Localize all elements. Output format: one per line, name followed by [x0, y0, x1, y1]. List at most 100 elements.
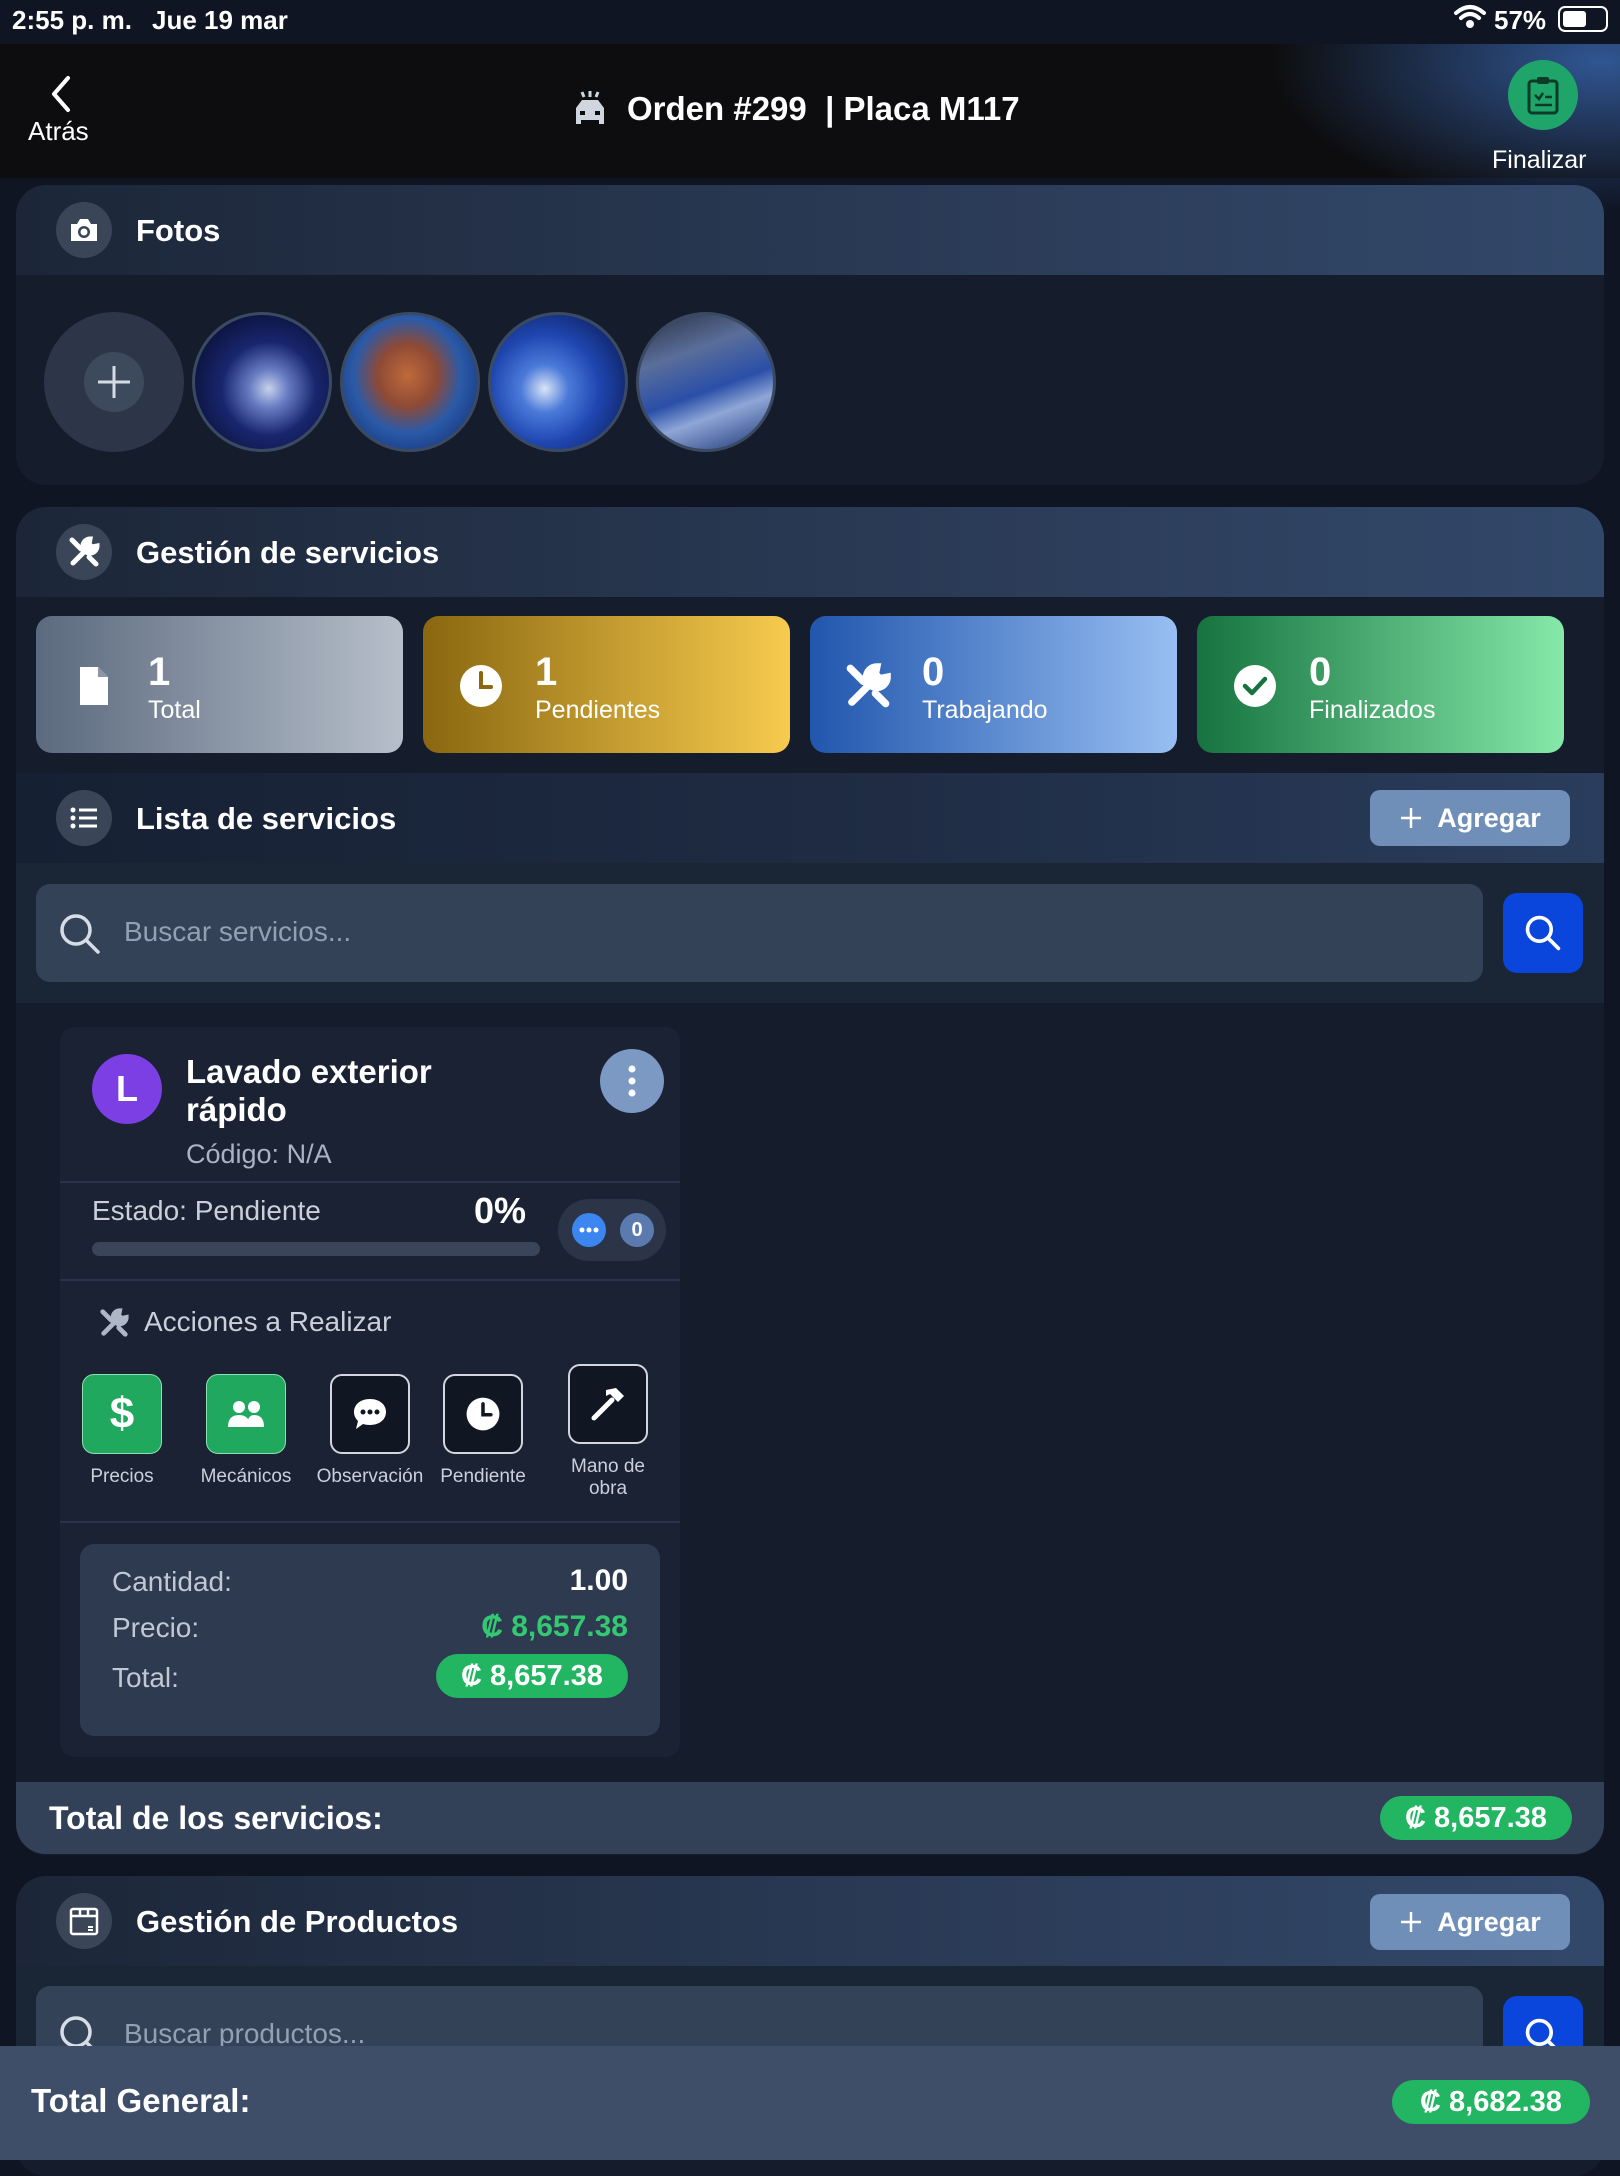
- price-label: Precio:: [112, 1612, 200, 1643]
- clock-icon: [443, 1374, 523, 1454]
- search-icon: [1525, 915, 1561, 951]
- products-title: Gestión de Productos: [136, 1904, 459, 1939]
- add-photo-button[interactable]: [44, 312, 184, 452]
- stat-card-finished[interactable]: 0 Finalizados: [1197, 616, 1564, 753]
- search-icon: [60, 914, 100, 954]
- stat-card-pending[interactable]: 1 Pendientes: [423, 616, 790, 753]
- service-item-card[interactable]: L Lavado exterior rápido Código: N/A Est…: [60, 1027, 680, 1757]
- wifi-icon: [1454, 4, 1486, 37]
- more-vertical-icon: [628, 1065, 636, 1097]
- quantity-value: 1.00: [569, 1564, 628, 1597]
- add-product-button[interactable]: Agregar: [1370, 1894, 1570, 1950]
- service-more-button[interactable]: [600, 1049, 664, 1113]
- divider: [60, 1279, 680, 1281]
- photos-title: Fotos: [136, 213, 221, 248]
- photo-thumbnail[interactable]: [340, 312, 480, 452]
- stat-card-working[interactable]: 0 Trabajando: [810, 616, 1177, 753]
- action-pending-button[interactable]: Pendiente: [430, 1374, 536, 1488]
- service-avatar: L: [92, 1054, 162, 1124]
- action-observation-button[interactable]: Observación: [310, 1374, 430, 1488]
- services-title: Gestión de servicios: [136, 535, 440, 570]
- total-value: ₡ 8,657.38: [436, 1654, 628, 1698]
- divider: [60, 1521, 680, 1523]
- users-icon: [206, 1374, 286, 1454]
- box-icon: [56, 1893, 112, 1949]
- service-search-input[interactable]: Buscar servicios...: [36, 884, 1483, 982]
- dollar-icon: $: [82, 1374, 162, 1454]
- add-service-button[interactable]: Agregar: [1370, 790, 1570, 846]
- general-total-bar: Total General: ₡ 8,682.38: [0, 2046, 1620, 2160]
- back-label: Atrás: [28, 116, 89, 146]
- service-totals-box: Cantidad: 1.00 Precio: ₡ 8,657.38 Total:…: [80, 1544, 660, 1736]
- tools-icon: [840, 658, 896, 714]
- add-service-label: Agregar: [1437, 802, 1541, 833]
- plus-icon: [1401, 808, 1422, 828]
- service-comments-button[interactable]: 0: [558, 1199, 666, 1261]
- battery-icon: [1558, 6, 1608, 32]
- navigation-bar: Atrás Orden #299 | Placa M117 Finalizar: [0, 44, 1620, 224]
- photo-thumbnail[interactable]: [192, 312, 332, 452]
- general-total-label: Total General:: [31, 2082, 251, 2119]
- service-code: Código: N/A: [186, 1139, 332, 1169]
- battery-percent: 57%: [1494, 5, 1547, 35]
- action-prices-label: Precios: [90, 1466, 154, 1487]
- service-progress-label: 0%: [474, 1190, 527, 1231]
- finish-button[interactable]: Finalizar: [1490, 60, 1594, 174]
- service-name: Lavado exterior rápido: [186, 1053, 432, 1129]
- price-value: ₡ 8,657.38: [481, 1610, 628, 1643]
- divider: [60, 1181, 680, 1183]
- services-total-bar: Total de los servicios: ₡ 8,657.38: [16, 1782, 1604, 1854]
- status-time: 2:55 p. m.: [12, 5, 132, 35]
- action-labor-button[interactable]: Mano de obra: [555, 1364, 661, 1500]
- chevron-left-icon: [52, 76, 70, 112]
- action-pending-label: Pendiente: [440, 1466, 526, 1487]
- stat-working-value: 0: [922, 650, 945, 694]
- tools-icon: [98, 1307, 130, 1344]
- stat-pending-label: Pendientes: [535, 696, 661, 724]
- back-button[interactable]: Atrás: [22, 74, 102, 174]
- clock-icon: [453, 658, 509, 714]
- plus-icon: [84, 352, 144, 412]
- comments-count-badge: 0: [620, 1213, 654, 1247]
- status-date: Jue 19 mar: [152, 5, 288, 35]
- stat-total-label: Total: [148, 696, 201, 724]
- document-icon: [66, 658, 122, 714]
- camera-icon: [56, 202, 112, 258]
- list-icon: [56, 790, 112, 846]
- action-mechanics-label: Mecánicos: [200, 1466, 292, 1487]
- clipboard-check-icon: [1508, 60, 1578, 130]
- comment-icon: [330, 1374, 410, 1454]
- status-bar: 2:55 p. m. Jue 19 mar 57%: [0, 0, 1620, 44]
- stat-pending-value: 1: [535, 650, 558, 694]
- general-total-value: ₡ 8,682.38: [1392, 2080, 1590, 2124]
- service-progress-bar: [92, 1242, 540, 1256]
- photo-thumbnail[interactable]: [488, 312, 628, 452]
- finish-label: Finalizar: [1492, 146, 1587, 174]
- service-search-button[interactable]: [1503, 893, 1583, 973]
- comment-icon: [572, 1213, 606, 1247]
- photo-thumbnail[interactable]: [636, 312, 776, 452]
- stat-card-total[interactable]: 1 Total: [36, 616, 403, 753]
- check-circle-icon: [1227, 658, 1283, 714]
- hammer-icon: [568, 1364, 648, 1444]
- action-observation-label: Observación: [316, 1466, 424, 1487]
- action-labor-label-line1: Mano de: [571, 1456, 645, 1477]
- action-prices-button[interactable]: $ Precios: [72, 1374, 172, 1488]
- actions-title: Acciones a Realizar: [144, 1306, 392, 1337]
- action-mechanics-button[interactable]: Mecánicos: [186, 1374, 306, 1488]
- action-labor-label-line2: obra: [588, 1478, 628, 1499]
- service-list-title: Lista de servicios: [136, 801, 397, 836]
- service-status: Estado: Pendiente: [92, 1195, 321, 1226]
- service-list-header: Lista de servicios: [16, 773, 1604, 863]
- photos-card: Fotos: [16, 185, 1604, 485]
- services-header: Gestión de servicios: [16, 507, 1604, 597]
- stat-working-label: Trabajando: [922, 696, 1048, 724]
- page-title: Orden #299 | Placa M117: [627, 90, 1020, 127]
- add-product-label: Agregar: [1437, 1906, 1541, 1937]
- stat-total-value: 1: [148, 650, 171, 694]
- total-label: Total:: [112, 1662, 179, 1693]
- car-icon: [573, 90, 607, 135]
- service-search-placeholder: Buscar servicios...: [124, 916, 352, 947]
- tools-icon: [56, 524, 112, 580]
- products-header: Gestión de Productos: [16, 1876, 1604, 1966]
